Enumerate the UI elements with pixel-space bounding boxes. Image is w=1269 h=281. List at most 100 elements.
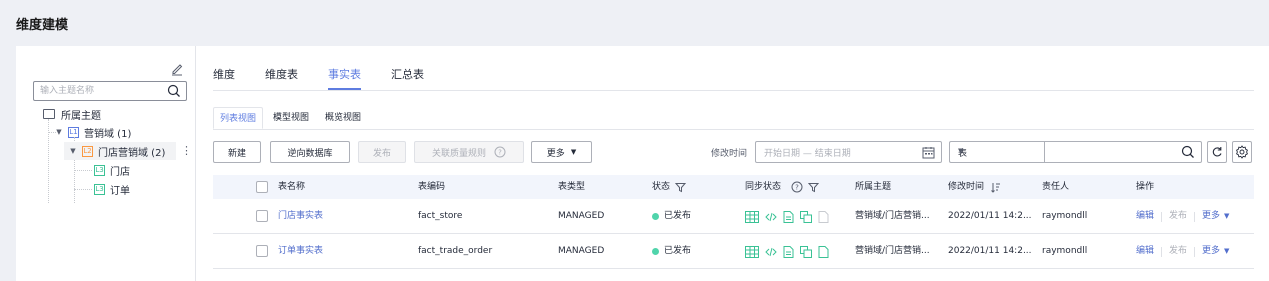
date-range-picker[interactable]: 开始日期 — 结束日期	[755, 141, 942, 163]
publish-link[interactable]: 发布	[1169, 199, 1187, 234]
theme-search-field	[33, 81, 187, 101]
model-tabs: 维度 维度表 事实表 汇总表	[213, 60, 454, 90]
theme-search-input[interactable]	[34, 82, 160, 100]
keyword-search-field[interactable]	[1044, 141, 1202, 163]
table-grid-icon[interactable]	[745, 245, 759, 258]
tree-node-store[interactable]: L3 门店	[94, 161, 130, 179]
reverse-database-button[interactable]: 逆向数据库	[270, 141, 350, 163]
code-icon[interactable]	[765, 246, 777, 258]
col-modified-time: 修改时间	[948, 175, 1001, 199]
tab-summary-table[interactable]: 汇总表	[391, 60, 424, 90]
link-quality-rule-label: 关联质量规则	[431, 148, 486, 159]
new-button[interactable]: 新建	[213, 141, 261, 163]
sort-icon[interactable]	[990, 182, 1001, 193]
publish-button[interactable]: 发布	[358, 141, 406, 163]
col-subject: 所属主题	[855, 182, 892, 192]
subject-cell: 营销域/门店营销...	[855, 246, 930, 256]
filter-icon[interactable]	[808, 182, 820, 193]
status-label: 已发布	[664, 211, 692, 221]
svg-text:?: ?	[498, 149, 502, 157]
filter-icon[interactable]	[675, 182, 687, 193]
row-checkbox[interactable]	[256, 210, 268, 222]
calendar-icon[interactable]	[922, 146, 935, 159]
caret-down-icon[interactable]: ▼	[1224, 234, 1229, 269]
col-table-code: 表编码	[418, 182, 446, 192]
col-table-name: 表名称	[278, 182, 306, 192]
more-link[interactable]: 更多	[1202, 234, 1220, 269]
col-actions: 操作	[1136, 182, 1155, 192]
col-status: 状态	[652, 175, 687, 199]
col-owner: 责任人	[1042, 182, 1070, 192]
tree-node-order[interactable]: L3 订单	[94, 180, 130, 198]
tree-root-label: 所属主题	[61, 110, 101, 122]
copy-icon[interactable]	[800, 245, 812, 258]
document-icon[interactable]	[783, 210, 794, 223]
tree-node-label: 门店	[110, 166, 130, 178]
more-link[interactable]: 更多	[1202, 199, 1220, 234]
edit-link[interactable]: 编辑	[1136, 199, 1154, 234]
table-name-link[interactable]: 订单事实表	[278, 234, 323, 269]
tab-fact-table[interactable]: 事实表	[328, 60, 361, 90]
svg-text:?: ?	[795, 184, 799, 192]
col-modified-time-label: 修改时间	[948, 182, 985, 192]
tab-dimension[interactable]: 维度	[213, 60, 235, 90]
code-icon[interactable]	[765, 211, 777, 223]
table-type: MANAGED	[558, 246, 605, 256]
view-overview[interactable]: 概览视图	[319, 107, 367, 129]
tree-node-label: 订单	[110, 185, 130, 197]
more-label: 更多	[546, 148, 565, 159]
table-type-select[interactable]: 表 ▼	[949, 141, 1044, 163]
caret-down-icon: ▼	[958, 147, 964, 155]
document-icon[interactable]	[783, 245, 794, 258]
search-icon[interactable]	[1181, 145, 1195, 159]
select-all-checkbox[interactable]	[256, 181, 268, 193]
tree-root[interactable]: 所属主题	[43, 105, 101, 123]
modified-time-label: 修改时间	[711, 149, 748, 159]
row-checkbox[interactable]	[256, 245, 268, 257]
folder-icon	[43, 109, 55, 119]
page-title: 维度建模	[16, 18, 69, 33]
search-icon[interactable]	[167, 84, 181, 98]
status-badge: 已发布	[652, 234, 691, 269]
link-quality-rule-button[interactable]: 关联质量规则 ?	[414, 141, 524, 163]
status-badge: 已发布	[652, 199, 691, 234]
caret-down-icon[interactable]: ▼	[54, 128, 64, 136]
view-switcher: 列表视图 模型视图 概览视图	[213, 107, 371, 129]
table-grid-icon[interactable]	[745, 210, 759, 223]
status-dot	[652, 248, 659, 255]
view-list[interactable]: 列表视图	[213, 107, 264, 129]
tree-node-marketing[interactable]: ▼ L1 营销域 (1)	[54, 123, 131, 141]
toolbar: 新建 逆向数据库 发布 关联质量规则 ? 更多 ▼ 修改时间 开始日期 — 结束…	[16, 141, 1269, 163]
file-icon[interactable]	[818, 210, 829, 223]
refresh-button[interactable]	[1207, 141, 1227, 163]
table-row: 订单事实表 fact_trade_order MANAGED 已发布 营销域/门…	[213, 234, 1254, 269]
table-row: 门店事实表 fact_store MANAGED 已发布 营销域/门店营销...…	[213, 199, 1254, 234]
table-code: fact_store	[418, 211, 463, 221]
modified-time-cell: 2022/01/11 14:2...	[948, 211, 1032, 221]
file-icon[interactable]	[818, 245, 829, 258]
col-table-type: 表类型	[558, 182, 586, 192]
table-name-link[interactable]: 门店事实表	[278, 199, 323, 234]
help-icon[interactable]: ?	[791, 181, 803, 193]
level-3-icon: L3	[94, 164, 105, 176]
tab-dimension-table[interactable]: 维度表	[265, 60, 298, 90]
settings-button[interactable]	[1232, 141, 1252, 163]
more-button[interactable]: 更多 ▼	[531, 141, 592, 163]
view-model[interactable]: 模型视图	[267, 107, 315, 129]
content-card: 所属主题 ▼ L1 营销域 (1) ▼ L2 门店营销域 (2) ⋮ L3 门店…	[16, 46, 1269, 281]
table-header: 表名称 表编码 表类型 状态 同步状态 ? 所属主题 修改时间 责任人 操作	[213, 175, 1254, 199]
sync-status-icons	[745, 199, 835, 234]
refresh-icon	[1212, 147, 1222, 157]
theme-tree-panel: 所属主题 ▼ L1 营销域 (1) ▼ L2 门店营销域 (2) ⋮ L3 门店…	[16, 46, 196, 281]
modified-time-cell: 2022/01/11 14:2...	[948, 246, 1032, 256]
publish-link[interactable]: 发布	[1169, 234, 1187, 269]
edit-link[interactable]: 编辑	[1136, 234, 1154, 269]
table-code: fact_trade_order	[418, 246, 493, 256]
help-icon[interactable]: ?	[494, 146, 506, 158]
subject-cell: 营销域/门店营销...	[855, 211, 930, 221]
caret-down-icon[interactable]: ▼	[1224, 199, 1229, 234]
date-range-placeholder: 开始日期 — 结束日期	[764, 149, 851, 159]
copy-icon[interactable]	[800, 210, 812, 223]
gear-icon	[1236, 145, 1248, 159]
edit-icon[interactable]	[170, 62, 184, 76]
